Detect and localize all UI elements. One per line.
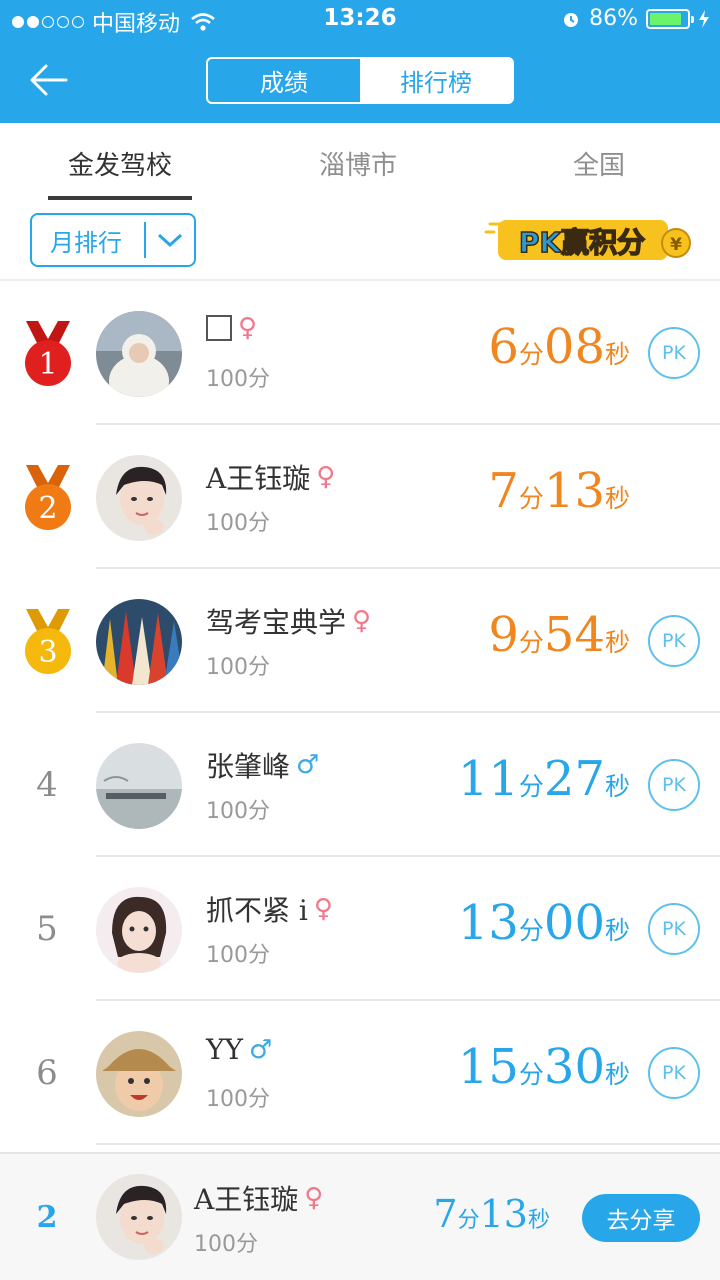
finish-time: 11分27秒 bbox=[457, 751, 630, 807]
female-icon: ♀ bbox=[352, 606, 372, 636]
ranking-row[interactable]: 1 ♀ 100分 6分08秒 PK bbox=[0, 281, 720, 425]
user-name: 驾考宝典学 bbox=[206, 606, 347, 639]
pk-button[interactable]: PK bbox=[648, 1047, 700, 1099]
chevron-down-icon bbox=[146, 231, 194, 249]
segment-control: 成绩 排行榜 bbox=[206, 57, 514, 104]
alarm-icon bbox=[564, 12, 579, 27]
my-name: A王钰璇 ♀ bbox=[194, 1178, 323, 1218]
period-filter-label: 月排行 bbox=[50, 228, 122, 257]
user-name-line: 驾考宝典学 ♀ bbox=[206, 601, 371, 641]
female-icon: ♀ bbox=[238, 313, 258, 343]
my-rank-bar: 2 A王钰璇 ♀ 100分 7分13秒 去分享 bbox=[0, 1152, 720, 1280]
ranking-row[interactable]: 3 驾考宝典学 ♀ 100分 9分54秒 PK bbox=[0, 569, 720, 713]
user-name: 抓不紧 i bbox=[206, 894, 308, 927]
segment-leaderboard[interactable]: 排行榜 bbox=[360, 59, 512, 102]
user-score: 100分 bbox=[206, 511, 270, 536]
tab-driving-school[interactable]: 金发驾校 bbox=[48, 145, 192, 182]
tab-city[interactable]: 淄博市 bbox=[286, 145, 430, 182]
user-score: 100分 bbox=[206, 367, 270, 392]
finish-time: 13分00秒 bbox=[457, 895, 630, 951]
finish-time: 7分13秒 bbox=[488, 463, 630, 519]
back-arrow-icon[interactable] bbox=[28, 60, 68, 100]
user-avatar[interactable] bbox=[96, 743, 182, 829]
pk-button[interactable]: PK bbox=[648, 759, 700, 811]
male-icon: ♂ bbox=[296, 750, 320, 780]
ranking-row[interactable]: 2 A王钰璇 ♀ 100分 7分13秒 bbox=[0, 425, 720, 569]
pk-button[interactable]: PK bbox=[648, 327, 700, 379]
user-name-line: YY ♂ bbox=[206, 1033, 272, 1066]
my-avatar[interactable] bbox=[96, 1174, 182, 1260]
user-name-line: ♀ bbox=[206, 313, 257, 343]
leaderboard-screen: 中国移动 13:26 86% 成绩 排行榜 金发驾校 淄博市 全国 月排行 PK… bbox=[0, 0, 720, 1280]
user-name: YY bbox=[206, 1033, 243, 1066]
battery-percent: 86% bbox=[589, 6, 638, 31]
ranking-row[interactable]: 6 YY ♂ 100分 15分30秒 PK bbox=[0, 1001, 720, 1145]
finish-time: 9分54秒 bbox=[488, 607, 630, 663]
rank-number: 5 bbox=[36, 909, 58, 949]
user-name: 张肇峰 bbox=[206, 750, 291, 783]
user-score: 100分 bbox=[206, 1087, 270, 1112]
ranking-row[interactable]: 4 张肇峰 ♂ 100分 11分27秒 PK bbox=[0, 713, 720, 857]
rank-number: 4 bbox=[36, 765, 58, 805]
status-bar: 中国移动 13:26 86% bbox=[0, 0, 720, 40]
rank-medal-icon: 2 bbox=[22, 463, 74, 533]
pk-button[interactable]: PK bbox=[648, 615, 700, 667]
user-name: A王钰璇 bbox=[206, 462, 311, 495]
svg-text:1: 1 bbox=[38, 347, 57, 382]
female-icon: ♀ bbox=[313, 894, 333, 924]
user-name-line: A王钰璇 ♀ bbox=[206, 457, 335, 497]
row-divider bbox=[96, 1143, 720, 1145]
tab-national[interactable]: 全国 bbox=[527, 145, 671, 182]
tab-indicator bbox=[48, 196, 192, 200]
user-score: 100分 bbox=[206, 799, 270, 824]
user-avatar[interactable] bbox=[96, 887, 182, 973]
user-avatar[interactable] bbox=[96, 599, 182, 685]
svg-text:2: 2 bbox=[38, 491, 57, 526]
user-name-line: 张肇峰 ♂ bbox=[206, 745, 319, 785]
header-bar: 中国移动 13:26 86% 成绩 排行榜 bbox=[0, 0, 720, 123]
user-avatar[interactable] bbox=[96, 455, 182, 541]
user-name-line: 抓不紧 i ♀ bbox=[206, 889, 333, 929]
finish-time: 15分30秒 bbox=[457, 1039, 630, 1095]
finish-time: 6分08秒 bbox=[488, 319, 630, 375]
rank-medal-icon: 1 bbox=[22, 319, 74, 389]
female-icon: ♀ bbox=[316, 462, 336, 492]
period-filter-dropdown[interactable]: 月排行 bbox=[30, 213, 196, 267]
user-avatar[interactable] bbox=[96, 1031, 182, 1117]
my-name-text: A王钰璇 bbox=[194, 1183, 299, 1216]
user-score: 100分 bbox=[206, 943, 270, 968]
female-icon: ♀ bbox=[304, 1183, 324, 1213]
my-time: 7分13秒 bbox=[433, 1192, 550, 1236]
rank-number: 6 bbox=[36, 1053, 58, 1093]
user-avatar[interactable] bbox=[96, 311, 182, 397]
svg-text:3: 3 bbox=[38, 635, 57, 670]
pk-button[interactable]: PK bbox=[648, 903, 700, 955]
segment-scores[interactable]: 成绩 bbox=[208, 59, 360, 102]
status-right: 86% bbox=[561, 6, 710, 31]
user-score: 100分 bbox=[206, 655, 270, 680]
pk-earn-points-banner[interactable]: PK赢积分 ¥ bbox=[484, 210, 696, 268]
battery-icon bbox=[646, 8, 694, 29]
my-rank-number: 2 bbox=[36, 1200, 58, 1235]
charging-icon bbox=[699, 9, 709, 28]
my-score: 100分 bbox=[194, 1232, 258, 1257]
promo-text: PK赢积分 bbox=[519, 226, 645, 259]
male-icon: ♂ bbox=[248, 1034, 273, 1065]
share-button[interactable]: 去分享 bbox=[582, 1194, 700, 1242]
svg-text:¥: ¥ bbox=[670, 235, 682, 255]
ranking-row[interactable]: 5 抓不紧 i ♀ 100分 13分00秒 PK bbox=[0, 857, 720, 1001]
rank-medal-icon: 3 bbox=[22, 607, 74, 677]
missing-glyph-box bbox=[206, 315, 232, 341]
